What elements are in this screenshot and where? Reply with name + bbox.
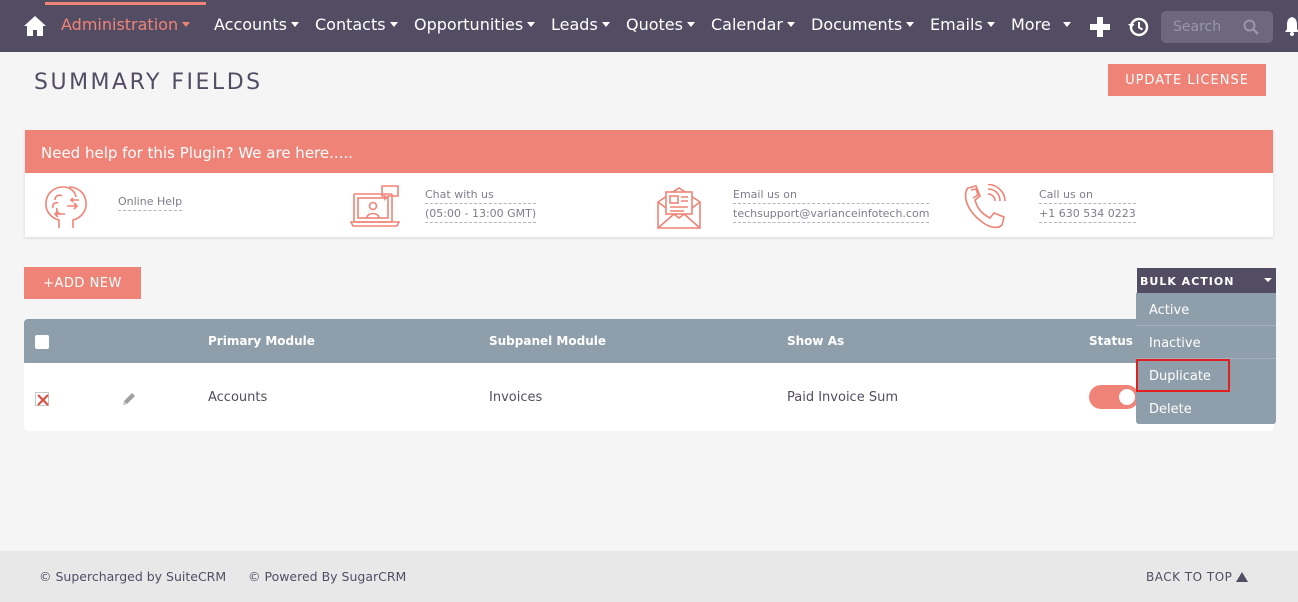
help-chat-hours[interactable]: (05:00 - 13:00 GMT) [425,206,537,223]
update-license-button[interactable]: UPDATE LICENSE [1108,64,1266,96]
column-show-as[interactable]: Show As [787,334,844,348]
column-subpanel-module[interactable]: Subpanel Module [489,334,606,348]
back-to-top-link[interactable]: BACK TO TOP [1146,570,1232,584]
help-phone-text[interactable]: Call us on +1 630 534 0223 [1039,187,1136,223]
search-input[interactable] [1161,11,1241,43]
chevron-down-icon [786,22,795,27]
bell-icon[interactable] [1284,16,1298,36]
nav-emails-label: Emails [930,15,983,34]
chevron-down-icon [182,22,191,27]
chevron-down-icon [389,22,398,27]
add-new-button[interactable]: +ADD NEW [24,267,141,299]
help-online-label[interactable]: Online Help [118,194,183,211]
help-phone-number[interactable]: +1 630 534 0223 [1039,206,1136,223]
nav-calendar-label: Calendar [711,15,783,34]
help-email-address[interactable]: techsupport@varianceinfotech.com [733,206,930,223]
nav-calendar[interactable]: Calendar [711,15,795,34]
bulk-action-label: BULK ACTION [1140,275,1235,288]
nav-leads[interactable]: Leads [551,15,610,34]
help-phone-label[interactable]: Call us on [1039,187,1136,204]
row-checkbox[interactable] [35,392,49,406]
status-toggle-knob [1119,389,1135,405]
top-navigation-bar: Administration Accounts Contacts Opportu… [0,0,1298,52]
summary-fields-table: Primary Module Subpanel Module Show As S… [24,319,1274,431]
nav-administration[interactable]: Administration [61,15,191,34]
nav-quotes-label: Quotes [626,15,683,34]
help-chat-text[interactable]: Chat with us (05:00 - 13:00 GMT) [425,187,537,223]
nav-documents-label: Documents [811,15,903,34]
chevron-down-icon [986,22,995,27]
help-chat-label[interactable]: Chat with us [425,187,537,204]
status-toggle[interactable] [1089,385,1139,409]
footer: © Supercharged by SuiteCRM © Powered By … [0,551,1298,602]
chevron-down-icon [290,22,299,27]
cell-subpanel-module: Invoices [489,390,543,405]
history-icon[interactable] [1127,16,1149,38]
nav-accounts[interactable]: Accounts [214,15,299,34]
cell-show-as: Paid Invoice Sum [787,390,898,405]
footer-powered[interactable]: © Powered By SugarCRM [248,569,406,584]
help-panel: Need help for this Plugin? We are here..… [25,130,1273,237]
chevron-down-icon [601,22,610,27]
arrow-up-icon[interactable] [1236,572,1248,582]
help-email-label[interactable]: Email us on [733,187,930,204]
page-title: SUMMARY FIELDS [34,70,263,95]
bulk-option-delete[interactable]: Delete [1136,392,1276,425]
footer-supercharged[interactable]: © Supercharged by SuiteCRM [39,569,226,584]
bulk-option-active[interactable]: Active [1136,293,1276,326]
nav-emails[interactable]: Emails [930,15,995,34]
chevron-down-icon [686,22,695,27]
table-row: Accounts Invoices Paid Invoice Sum [24,363,1274,431]
nav-contacts[interactable]: Contacts [315,15,398,34]
help-email: Email us on techsupport@varianceinfotech… [656,184,976,230]
help-online-text[interactable]: Online Help [118,194,183,211]
home-icon[interactable] [22,14,48,38]
help-email-text[interactable]: Email us on techsupport@varianceinfotech… [733,187,930,223]
search-icon[interactable] [1243,19,1259,35]
nav-documents[interactable]: Documents [811,15,915,34]
nav-quotes[interactable]: Quotes [626,15,695,34]
help-header: Need help for this Plugin? We are here..… [25,130,1273,173]
chevron-down-icon [1264,278,1272,282]
brain-head-icon [45,186,87,228]
pencil-icon[interactable] [121,391,137,407]
checked-x-icon [37,394,49,406]
help-phone: Call us on +1 630 534 0223 [962,184,1262,230]
bulk-option-inactive[interactable]: Inactive [1136,326,1276,359]
nav-opportunities-label: Opportunities [414,15,524,34]
column-primary-module[interactable]: Primary Module [208,334,315,348]
bulk-action-menu: Active Inactive Duplicate Delete [1136,293,1276,424]
plus-icon[interactable] [1089,16,1111,38]
phone-icon [964,184,1006,229]
select-all-checkbox[interactable] [35,335,49,349]
envelope-icon [657,187,701,229]
nav-more-label: More [1011,15,1051,34]
nav-opportunities[interactable]: Opportunities [414,15,536,34]
help-online: Online Help [41,184,341,230]
nav-administration-label: Administration [61,15,179,34]
nav-more[interactable]: More [1011,15,1071,34]
active-nav-indicator [45,2,206,5]
bulk-option-duplicate[interactable]: Duplicate [1136,359,1230,392]
nav-leads-label: Leads [551,15,598,34]
column-status[interactable]: Status [1089,334,1133,348]
chevron-down-icon [1062,22,1071,27]
global-search [1161,11,1273,43]
chevron-down-icon [906,22,915,27]
nav-accounts-label: Accounts [214,15,287,34]
chat-laptop-icon [350,185,400,227]
help-chat: Chat with us (05:00 - 13:00 GMT) [350,184,650,230]
cell-primary-module: Accounts [208,390,268,405]
nav-contacts-label: Contacts [315,15,386,34]
bulk-action-dropdown[interactable]: BULK ACTION [1137,268,1276,293]
chevron-down-icon [527,22,536,27]
table-header: Primary Module Subpanel Module Show As S… [24,319,1274,363]
